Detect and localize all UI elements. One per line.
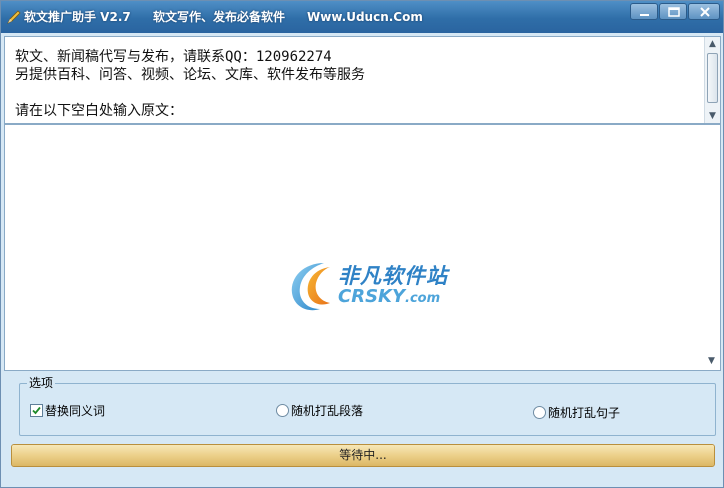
close-icon xyxy=(700,7,710,17)
close-button[interactable] xyxy=(688,3,720,20)
checkmark-icon xyxy=(32,406,41,415)
input-prompt: 请在以下空白处输入原文： xyxy=(15,103,183,119)
info-scrollbar[interactable]: ▲ ▼ xyxy=(704,37,720,123)
website-link[interactable]: Www.Uducn.Com xyxy=(307,9,423,25)
crsky-logo-icon xyxy=(291,263,330,311)
shuffle-paragraphs-radio[interactable] xyxy=(276,404,289,417)
shuffle-sentences-label: 随机打乱句子 xyxy=(548,406,621,420)
scroll-down-icon[interactable]: ▼ xyxy=(704,354,719,368)
watermark-en-text: CRSKY.com xyxy=(338,286,440,307)
replace-synonyms-option[interactable]: 替换同义词 xyxy=(30,402,105,419)
shuffle-sentences-option[interactable]: 随机打乱句子 xyxy=(533,404,620,421)
status-text: 等待中... xyxy=(339,448,387,462)
shuffle-sentences-radio[interactable] xyxy=(533,406,546,419)
app-title: 软文推广助手 V2.7 xyxy=(24,10,131,24)
watermark-logo: 非凡软件站 CRSKY.com xyxy=(284,257,447,317)
info-textbox[interactable]: 软文、新闻稿代写与发布，请联系QQ：120962274 另提供百科、问答、视频、… xyxy=(4,36,721,124)
status-progress-bar[interactable]: 等待中... xyxy=(11,444,715,467)
pen-icon xyxy=(6,9,22,25)
options-group: 选项 替换同义词 随机打乱段落 随机打乱句子 xyxy=(19,376,716,436)
services-line: 另提供百科、问答、视频、论坛、文库、软件发布等服务 xyxy=(15,67,365,83)
replace-synonyms-checkbox[interactable] xyxy=(30,404,43,417)
shuffle-paragraphs-option[interactable]: 随机打乱段落 xyxy=(276,402,363,419)
minimize-button[interactable] xyxy=(630,3,658,20)
scroll-down-icon[interactable]: ▼ xyxy=(705,109,720,123)
scroll-thumb[interactable] xyxy=(707,53,718,103)
shuffle-paragraphs-label: 随机打乱段落 xyxy=(291,404,364,418)
watermark-en-main: CRSKY xyxy=(338,286,406,307)
maximize-icon xyxy=(668,7,680,17)
title-bar[interactable]: 软文推广助手 V2.7 软文写作、发布必备软件 Www.Uducn.Com xyxy=(1,1,723,33)
source-text-editor[interactable]: 非凡软件站 CRSKY.com ▼ xyxy=(4,124,721,371)
minimize-icon xyxy=(640,14,649,16)
main-window: 软文推广助手 V2.7 软文写作、发布必备软件 Www.Uducn.Com 软文… xyxy=(0,0,724,488)
app-slogan: 软文写作、发布必备软件 xyxy=(153,10,286,24)
scroll-up-icon[interactable]: ▲ xyxy=(705,37,720,51)
replace-synonyms-label: 替换同义词 xyxy=(45,404,106,418)
options-group-label: 选项 xyxy=(27,376,56,390)
editor-scrollbar[interactable]: ▼ xyxy=(704,125,720,370)
contact-line: 软文、新闻稿代写与发布，请联系QQ：120962274 xyxy=(15,49,332,65)
watermark-en-suffix: .com xyxy=(405,291,441,306)
maximize-button[interactable] xyxy=(659,3,687,20)
